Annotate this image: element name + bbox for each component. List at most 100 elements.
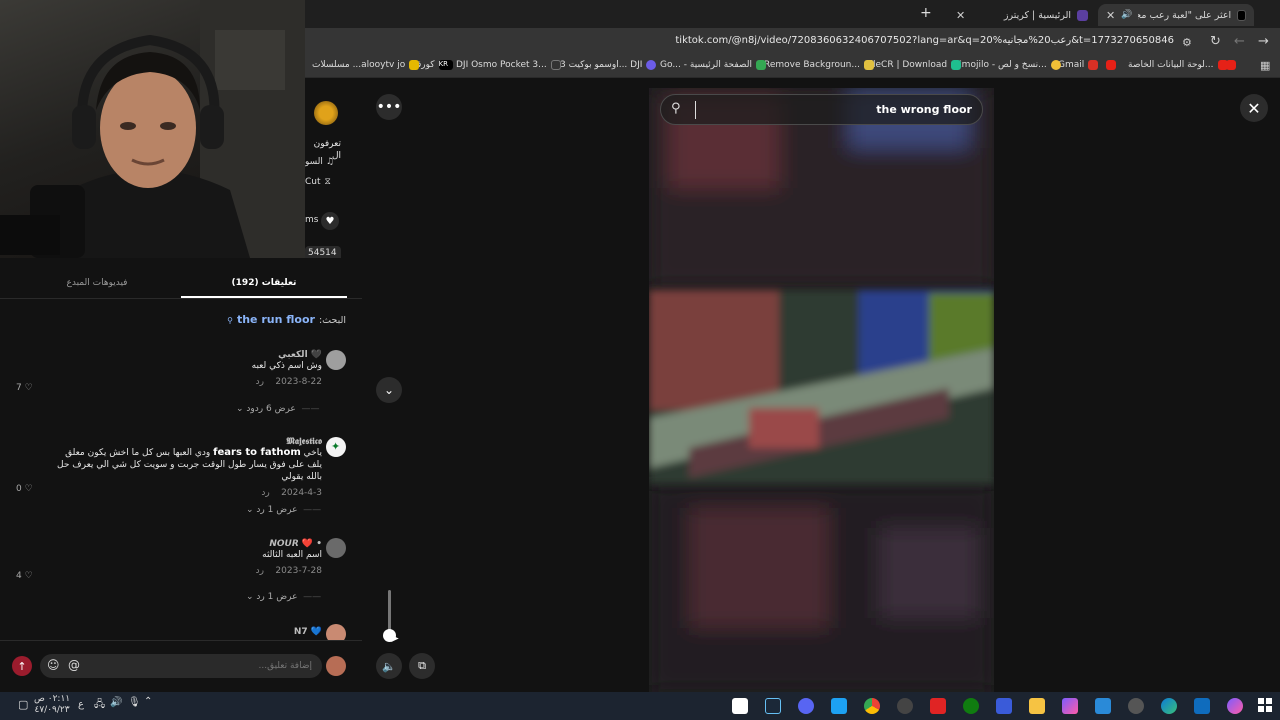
send-comment-button[interactable]: ↑ xyxy=(12,656,32,676)
divider xyxy=(0,298,362,299)
input-language[interactable]: ع xyxy=(78,699,84,710)
comment-like[interactable]: 0 ♡ xyxy=(16,484,33,494)
bookmark-emojilo[interactable]: Emojilo - نسخ و لص... xyxy=(956,60,1061,70)
close-icon[interactable]: ✕ xyxy=(1240,94,1268,122)
reply-link[interactable]: رد xyxy=(256,566,264,576)
app-blue-icon[interactable] xyxy=(996,698,1012,714)
bookmark-filecr[interactable]: FileCR | Download xyxy=(866,60,962,70)
back-icon[interactable]: → xyxy=(1258,34,1269,49)
video-player[interactable] xyxy=(649,88,994,692)
chrome-icon[interactable] xyxy=(864,698,880,714)
heart-icon[interactable]: ♥ xyxy=(321,212,339,230)
search-icon: ⚲ xyxy=(671,101,681,116)
apps-grid-icon[interactable]: ▦ xyxy=(1260,59,1270,72)
bookmark-google-home[interactable]: Go... - الصفحة الرئيسية xyxy=(660,60,766,70)
url-text[interactable]: tiktok.com/@n8j/video/720836063240670750… xyxy=(675,35,1174,46)
clock[interactable]: ٠٢:١١ ص ٤٧/٠٩/٢٣ xyxy=(34,694,70,716)
file-explorer-icon[interactable] xyxy=(1029,698,1045,714)
avatar[interactable]: ✦ xyxy=(326,437,346,457)
bookmark-dji-arabic[interactable]: اوسمو بوكيت 3... DJI xyxy=(560,60,657,70)
capcut-link[interactable]: Cut ⧖ xyxy=(305,177,331,187)
search-hint: البحث: the run floor ⚲ xyxy=(227,313,346,326)
video-frame xyxy=(649,88,994,692)
copilot2-icon[interactable] xyxy=(1227,698,1243,714)
creator-avatar[interactable] xyxy=(314,101,338,125)
comment-date: 2023-8-22 xyxy=(275,377,322,387)
more-options-icon[interactable]: ••• xyxy=(376,94,402,120)
replies-label: عرض 1 رد xyxy=(256,505,298,515)
bookmark-gmail[interactable]: Gmail xyxy=(1058,60,1099,70)
comment-text: اسم العبه الثالثه xyxy=(262,550,322,560)
bookmark-alooytv[interactable]: مسلسلات ...alooytv jo xyxy=(312,60,420,70)
close-tab-icon[interactable]: ✕ xyxy=(1106,9,1115,22)
comment-item: 𝙉𝙊𝙐𝙍 ❤️ • اسم العبه الثالثه 2023-7-28 رد xyxy=(200,539,322,576)
new-tab-icon[interactable]: + xyxy=(920,5,932,21)
view-replies[interactable]: —— عرض 6 ردود ⌄ xyxy=(236,404,320,414)
reply-link[interactable]: رد xyxy=(261,488,269,498)
discord-icon[interactable] xyxy=(798,698,814,714)
speaker-icon[interactable]: 🔊 xyxy=(110,697,122,708)
search-input[interactable]: the wrong floor xyxy=(876,103,972,116)
comment-input[interactable] xyxy=(40,654,322,678)
site-settings-icon[interactable]: ⚙ xyxy=(1182,36,1192,49)
tray-chevron-icon[interactable]: ⌃ xyxy=(144,696,152,707)
steam-icon[interactable] xyxy=(765,698,781,714)
close-tab-icon[interactable]: ✕ xyxy=(956,9,965,22)
store-icon[interactable] xyxy=(1095,698,1111,714)
copilot-icon[interactable] xyxy=(1062,698,1078,714)
comment-author[interactable]: 𝕸𝖆𝖏𝖊𝖘𝖙𝖎𝖈𝖔 xyxy=(56,437,322,447)
picture-in-picture-icon[interactable]: ⧉ xyxy=(409,653,435,679)
reply-link[interactable]: رد xyxy=(256,377,264,387)
xbox-icon[interactable] xyxy=(963,698,979,714)
kick-icon xyxy=(1077,9,1088,21)
comment-author[interactable]: الكعبي 🖤 xyxy=(200,350,322,360)
windows-start-icon[interactable] xyxy=(1258,698,1272,712)
comment-like[interactable]: 4 ♡ xyxy=(16,571,33,581)
youtube-bookmark-icon[interactable] xyxy=(1226,60,1236,70)
youtube-bookmark-icon[interactable] xyxy=(1106,60,1116,70)
bookmark-dashboard[interactable]: لوحة البيانات الخاصة... xyxy=(1128,60,1228,70)
forward-icon[interactable]: ← xyxy=(1234,34,1245,49)
webcam-overlay xyxy=(0,0,305,258)
avatar[interactable] xyxy=(326,538,346,558)
comment-like[interactable]: 7 ♡ xyxy=(16,383,33,393)
settings-gear-icon[interactable] xyxy=(1128,698,1144,714)
bookmark-remove-bg[interactable]: Remove Backgroun... xyxy=(764,60,874,70)
tab-creator-videos[interactable]: فيديوهات المبدع xyxy=(14,278,180,288)
tab-active[interactable]: اعثر على "لعبة رعب مجانيه ... 🔊 ✕ xyxy=(1098,4,1254,26)
time-text: ٠٢:١١ ص xyxy=(34,694,71,704)
app-f-icon[interactable] xyxy=(831,698,847,714)
capcut-icon: ⧖ xyxy=(324,177,331,187)
comment-author[interactable]: N7 💙 xyxy=(260,627,322,637)
reload-icon[interactable]: ↻ xyxy=(1210,34,1221,49)
search-hint-link[interactable]: the run floor xyxy=(237,313,315,326)
comment-text: ياخي fears to fathom ودي العبها بس كل ما… xyxy=(57,447,322,482)
tab-inactive[interactable]: الرئيسية | كريترز ✕ xyxy=(948,4,1096,26)
obs-icon[interactable] xyxy=(897,698,913,714)
like-count: 4 xyxy=(16,571,22,581)
edge-icon[interactable] xyxy=(1161,698,1177,714)
app-red-icon[interactable] xyxy=(930,698,946,714)
volume-slider[interactable] xyxy=(383,590,396,642)
tab-title: الرئيسية | كريترز xyxy=(1003,9,1071,21)
tab-comments[interactable]: تعليقات (192) xyxy=(181,278,347,288)
cursor-icon: ➤ xyxy=(390,632,400,645)
camera-app-icon[interactable] xyxy=(732,698,748,714)
microphone-icon[interactable]: 🎙 xyxy=(128,697,141,708)
bookmark-dji[interactable]: DJI Osmo Pocket 3... xyxy=(456,60,561,70)
emoji-icon[interactable]: ☺ xyxy=(47,658,60,672)
comments-panel: تعليقات (192) فيديوهات المبدع البحث: the… xyxy=(0,258,362,692)
mention-icon[interactable]: @ xyxy=(68,658,80,672)
app-blue2-icon[interactable] xyxy=(1194,698,1210,714)
comment-author[interactable]: 𝙉𝙊𝙐𝙍 ❤️ • xyxy=(200,539,322,549)
chevron-down-icon[interactable]: ⌄ xyxy=(376,377,402,403)
view-replies[interactable]: —— عرض 1 رد ⌄ xyxy=(246,592,321,602)
notification-icon[interactable]: ▢ xyxy=(18,698,28,711)
avatar[interactable] xyxy=(326,350,346,370)
network-icon[interactable]: 🖧 xyxy=(94,697,105,714)
sound-link[interactable]: ♫ السو xyxy=(305,157,334,167)
search-box[interactable]: ⚲ the wrong floor xyxy=(660,94,983,125)
text-cursor xyxy=(695,101,696,119)
view-replies[interactable]: —— عرض 1 رد ⌄ xyxy=(246,505,321,515)
volume-icon[interactable]: 🔈 xyxy=(376,653,402,679)
